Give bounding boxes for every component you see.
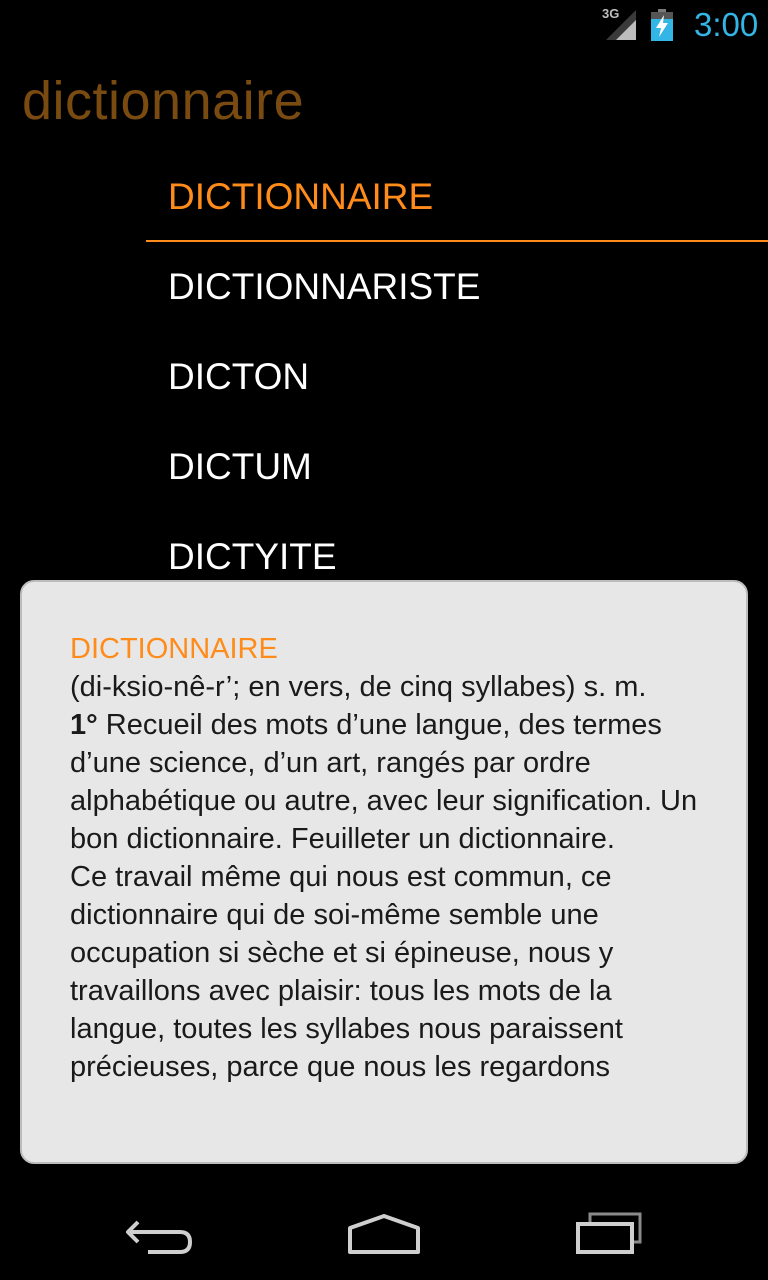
definition-sense: 1° Recueil des mots d’une langue, des te…	[70, 706, 710, 858]
word-list: DICTIONNAIRE DICTIONNARISTE DICTON DICTU…	[146, 152, 768, 602]
home-icon[interactable]	[334, 1206, 434, 1266]
recent-apps-icon[interactable]	[558, 1206, 658, 1266]
word-label: DICTON	[168, 356, 310, 397]
word-label: DICTIONNAIRE	[168, 176, 434, 217]
word-label: DICTIONNARISTE	[168, 266, 481, 307]
status-time: 3:00	[694, 6, 759, 43]
app-title: dictionnaire	[22, 71, 305, 131]
word-list-item-dictum[interactable]: DICTUM	[146, 422, 768, 512]
navigation-bar	[0, 1192, 768, 1280]
definition-content[interactable]: DICTIONNAIRE (di-ksio-nê-r’; en vers, de…	[70, 630, 710, 1144]
status-bar: 3G 3:00	[0, 0, 768, 50]
sense-text: Recueil des mots d’une langue, des terme…	[70, 709, 698, 855]
word-label: DICTUM	[168, 446, 312, 487]
definition-headword: DICTIONNAIRE	[70, 633, 278, 665]
word-list-item-dictionnaire[interactable]: DICTIONNAIRE	[146, 152, 768, 242]
definition-pronunciation: (di-ksio-nê-r’; en vers, de cinq syllabe…	[70, 671, 647, 703]
sense-number: 1°	[70, 709, 98, 741]
back-icon[interactable]	[110, 1206, 210, 1266]
signal-icon	[606, 10, 636, 40]
word-label: DICTYITE	[168, 536, 337, 577]
battery-charging-icon	[651, 9, 673, 41]
definition-card[interactable]: DICTIONNAIRE (di-ksio-nê-r’; en vers, de…	[20, 580, 748, 1164]
definition-quote: Ce travail même qui nous est commun, ce …	[70, 861, 623, 1083]
word-list-item-dictionnariste[interactable]: DICTIONNARISTE	[146, 242, 768, 332]
word-list-item-dicton[interactable]: DICTON	[146, 332, 768, 422]
